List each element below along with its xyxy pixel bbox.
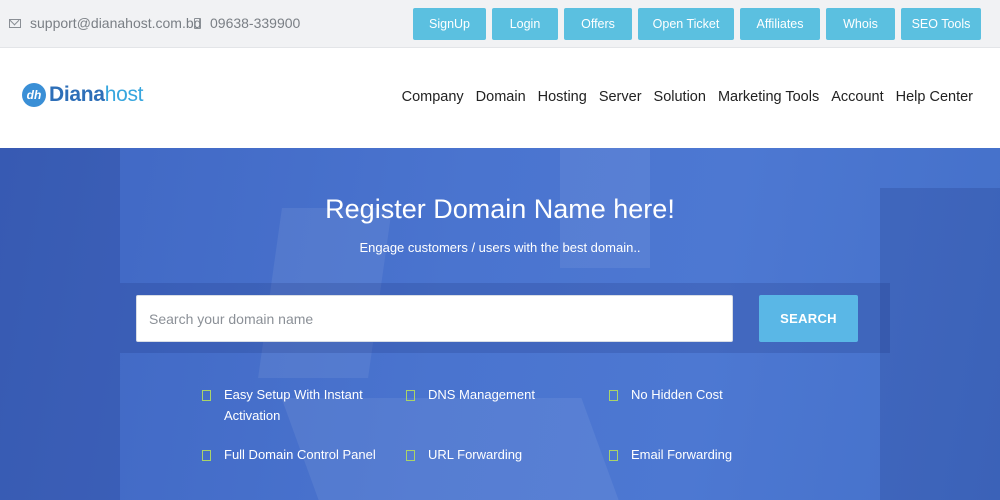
logo-text-diana: Diana bbox=[49, 83, 105, 106]
hero-subtitle: Engage customers / users with the best d… bbox=[359, 240, 641, 255]
phone-icon bbox=[194, 17, 201, 29]
check-icon bbox=[609, 450, 618, 461]
hero-section: Register Domain Name here! Engage custom… bbox=[0, 148, 1000, 500]
contact-phone[interactable]: 09638-339900 bbox=[194, 15, 300, 31]
phone-text: 09638-339900 bbox=[210, 15, 301, 31]
search-button[interactable]: SEARCH bbox=[759, 295, 858, 342]
feature-label: DNS Management bbox=[428, 387, 535, 402]
check-icon bbox=[406, 450, 415, 461]
feature-label: URL Forwarding bbox=[428, 447, 523, 462]
nav-marketing-tools[interactable]: Marketing Tools bbox=[718, 89, 819, 105]
nav-company[interactable]: Company bbox=[402, 89, 464, 105]
feature-label: Easy Setup With Instant Activation bbox=[224, 387, 363, 423]
signup-button[interactable]: SignUp bbox=[413, 8, 486, 40]
check-icon bbox=[202, 390, 211, 401]
hero-bg-shape bbox=[880, 188, 1000, 500]
hero-title: Register Domain Name here! bbox=[325, 194, 675, 224]
logo[interactable]: dh Dianahost bbox=[22, 83, 143, 107]
feature-label: Full Domain Control Panel bbox=[224, 447, 376, 462]
logo-text: Dianahost bbox=[49, 83, 143, 107]
feature-item: Easy Setup With Instant Activation bbox=[202, 384, 372, 426]
nav-server[interactable]: Server bbox=[599, 89, 642, 105]
nav-account[interactable]: Account bbox=[831, 89, 883, 105]
top-bar: support@dianahost.com.bd 09638-339900 Si… bbox=[0, 0, 1000, 48]
contact-email[interactable]: support@dianahost.com.bd bbox=[9, 15, 201, 31]
check-icon bbox=[406, 390, 415, 401]
check-icon bbox=[202, 450, 211, 461]
login-button[interactable]: Login bbox=[492, 8, 558, 40]
main-header: dh Dianahost Company Domain Hosting Serv… bbox=[0, 48, 1000, 148]
whois-button[interactable]: Whois bbox=[826, 8, 895, 40]
feature-label: Email Forwarding bbox=[631, 447, 733, 462]
main-nav: Company Domain Hosting Server Solution M… bbox=[390, 89, 973, 105]
offers-button[interactable]: Offers bbox=[564, 8, 632, 40]
domain-search-input[interactable] bbox=[136, 295, 733, 342]
nav-solution[interactable]: Solution bbox=[654, 89, 706, 105]
top-buttons: SignUp Login Offers Open Ticket Affiliat… bbox=[407, 8, 981, 40]
logo-text-host: host bbox=[104, 83, 144, 106]
feature-item: URL Forwarding bbox=[406, 444, 522, 465]
email-text: support@dianahost.com.bd bbox=[30, 15, 202, 31]
nav-domain[interactable]: Domain bbox=[476, 89, 526, 105]
nav-help-center[interactable]: Help Center bbox=[896, 89, 973, 105]
feature-item: Email Forwarding bbox=[609, 444, 732, 465]
feature-item: Full Domain Control Panel bbox=[202, 444, 376, 465]
affiliates-button[interactable]: Affiliates bbox=[740, 8, 820, 40]
feature-item: DNS Management bbox=[406, 384, 535, 405]
open-ticket-button[interactable]: Open Ticket bbox=[638, 8, 734, 40]
feature-label: No Hidden Cost bbox=[631, 387, 723, 402]
envelope-icon bbox=[9, 18, 21, 28]
check-icon bbox=[609, 390, 618, 401]
logo-mark: dh bbox=[22, 83, 46, 107]
nav-hosting[interactable]: Hosting bbox=[538, 89, 587, 105]
feature-item: No Hidden Cost bbox=[609, 384, 723, 405]
seo-tools-button[interactable]: SEO Tools bbox=[901, 8, 981, 40]
